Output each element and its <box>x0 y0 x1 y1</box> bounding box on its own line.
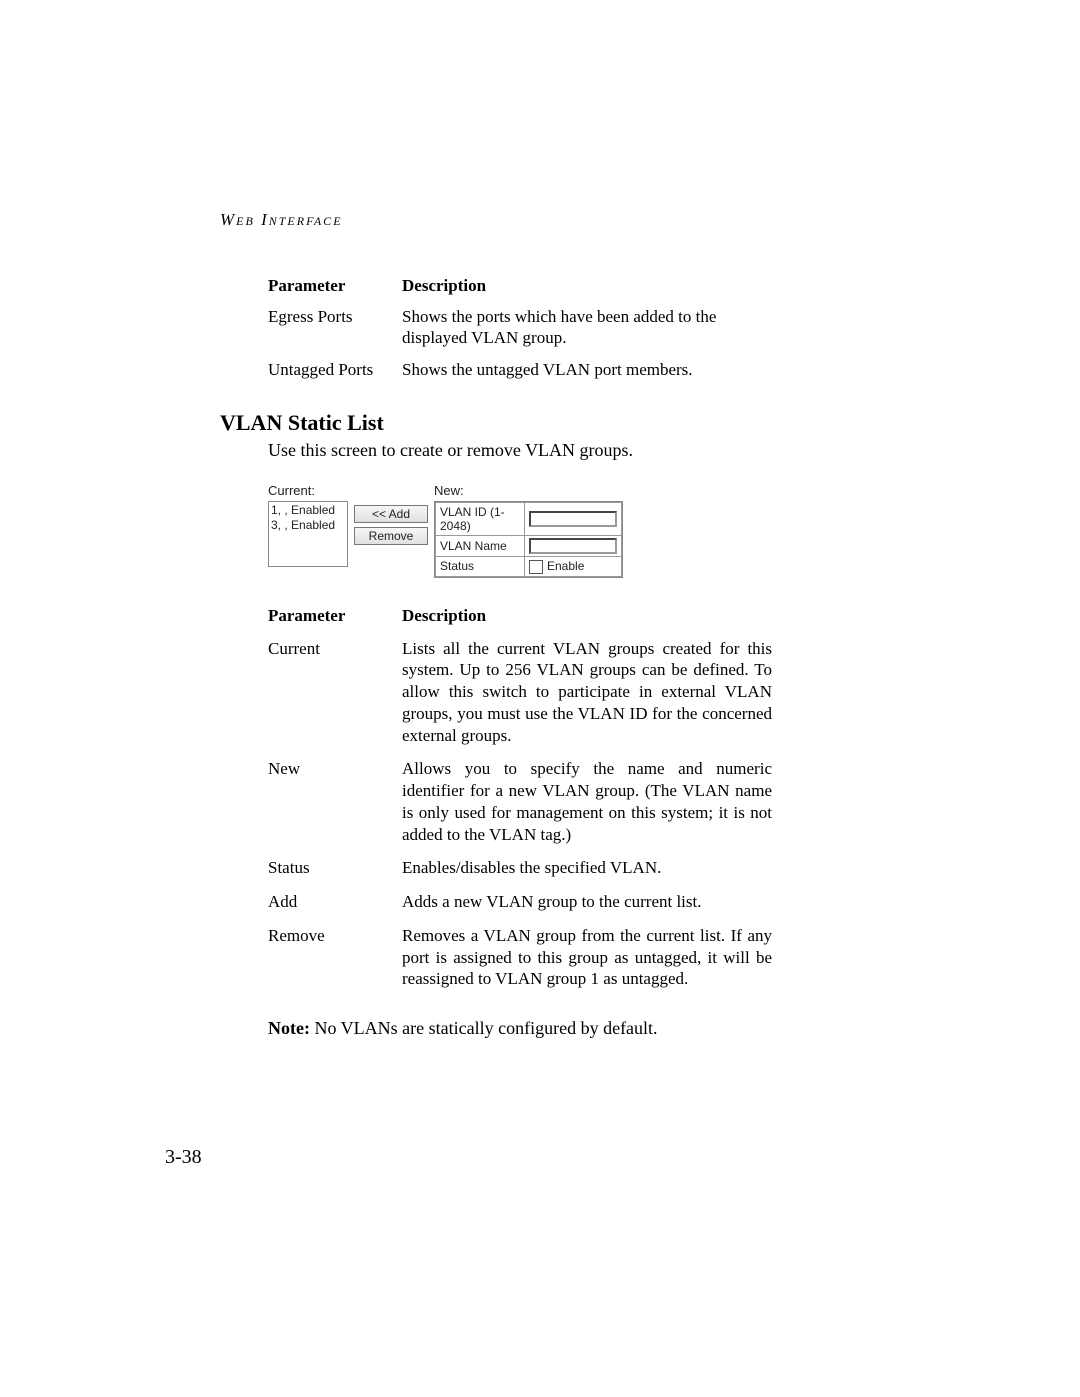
enable-label: Enable <box>547 559 584 573</box>
table-row: Allows you to specify the name and numer… <box>402 758 772 845</box>
current-label: Current: <box>268 483 348 498</box>
table-row: Untagged Ports <box>268 359 398 380</box>
table-row: Adds a new VLAN group to the current lis… <box>402 891 772 913</box>
table-row: Add <box>268 891 398 913</box>
list-item[interactable]: 1, , Enabled <box>271 503 345 519</box>
table-row: Egress Ports <box>268 306 398 349</box>
enable-checkbox[interactable] <box>529 560 543 574</box>
add-button[interactable]: << Add <box>354 505 428 523</box>
table-row: New <box>268 758 398 845</box>
parameter-table-2: Parameter Description Current Lists all … <box>268 606 860 991</box>
parameter-table-1: Parameter Description Egress Ports Shows… <box>268 276 860 380</box>
table-row: Current <box>268 638 398 747</box>
vlan-static-list-ui: Current: 1, , Enabled 3, , Enabled << Ad… <box>268 483 623 578</box>
table-header-parameter: Parameter <box>268 276 398 296</box>
table-row: Status <box>268 857 398 879</box>
table-row: Remove <box>268 925 398 990</box>
table-row: Shows the ports which have been added to… <box>402 306 762 349</box>
new-vlan-grid: VLAN ID (1-2048) VLAN Name Status Enable <box>434 501 623 578</box>
table-row: Shows the untagged VLAN port members. <box>402 359 762 380</box>
note-text: No VLANs are statically configured by de… <box>314 1018 657 1038</box>
table-row: Lists all the current VLAN groups create… <box>402 638 772 747</box>
list-item[interactable]: 3, , Enabled <box>271 518 345 534</box>
field-label-vlan-id: VLAN ID (1-2048) <box>436 502 525 535</box>
remove-button[interactable]: Remove <box>354 527 428 545</box>
note-label: Note: <box>268 1018 310 1038</box>
page-number: 3-38 <box>165 1146 202 1169</box>
field-label-vlan-name: VLAN Name <box>436 535 525 556</box>
running-header: Web Interface <box>220 210 860 230</box>
field-label-status: Status <box>436 556 525 576</box>
vlan-name-input[interactable] <box>529 538 617 554</box>
table-header-description: Description <box>402 276 762 296</box>
table-row: Removes a VLAN group from the current li… <box>402 925 772 990</box>
table-header-parameter: Parameter <box>268 606 398 626</box>
table-row: Enables/disables the specified VLAN. <box>402 857 772 879</box>
current-listbox[interactable]: 1, , Enabled 3, , Enabled <box>268 501 348 567</box>
table-header-description: Description <box>402 606 772 626</box>
new-label: New: <box>434 483 623 498</box>
vlan-id-input[interactable] <box>529 511 617 527</box>
note: Note: No VLANs are statically configured… <box>268 1018 860 1039</box>
section-intro: Use this screen to create or remove VLAN… <box>268 440 860 461</box>
section-title: VLAN Static List <box>220 410 860 436</box>
